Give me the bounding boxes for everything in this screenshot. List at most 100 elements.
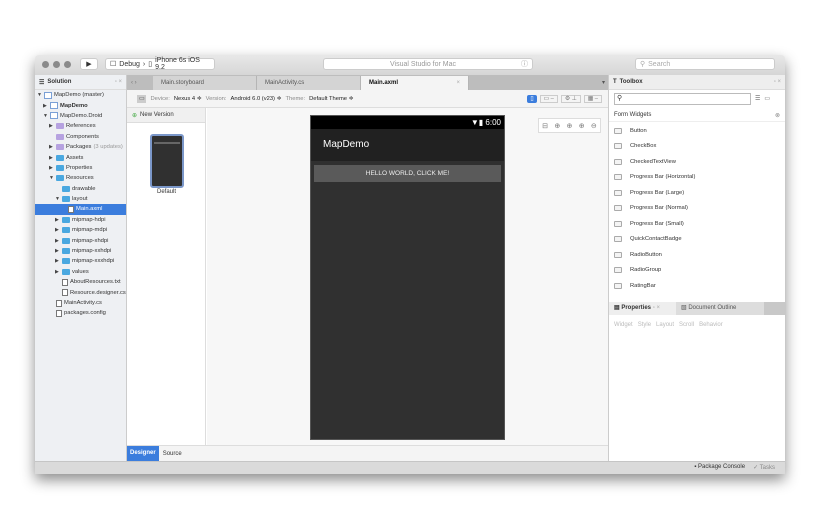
disclosure-icon[interactable]: ▼ <box>43 113 48 119</box>
tree-item[interactable]: Components <box>35 132 126 142</box>
tree-item[interactable]: Main.axml <box>35 204 126 215</box>
prop-tab-layout[interactable]: Layout <box>656 322 674 328</box>
disclosure-icon[interactable]: ▼ <box>37 92 42 98</box>
toolbox-item[interactable]: QuickContactBadge <box>609 232 785 248</box>
configuration-selector[interactable]: ☐ Debug › ▯ iPhone 6s iOS 9.2 <box>105 57 215 71</box>
disclosure-icon[interactable]: ▶ <box>55 217 60 223</box>
disclosure-icon[interactable]: ▶ <box>55 248 60 254</box>
tree-item[interactable]: packages.config <box>35 308 126 318</box>
tree-item[interactable]: ▶ mipmap-xxhdpi <box>35 246 126 256</box>
tree-item[interactable]: ▶ mipmap-xhdpi <box>35 235 126 245</box>
tree-item[interactable]: ▶ Packages (3 updates) <box>35 142 126 152</box>
tree-item[interactable]: ▶ MapDemo <box>35 100 126 110</box>
tab-nav-arrows[interactable]: ‹ › <box>127 80 153 86</box>
toolbox-item[interactable]: RatingBar <box>609 278 785 294</box>
hello-world-button[interactable]: HELLO WORLD, CLICK ME! <box>314 165 501 182</box>
disclosure-icon[interactable]: ▶ <box>55 258 60 264</box>
version-label: Version: <box>205 95 227 102</box>
toolbox-search-input[interactable]: ⚲ <box>614 92 751 105</box>
zoom-out-icon[interactable]: ⊖ <box>591 122 597 130</box>
tree-item[interactable]: ▼ Resources <box>35 173 126 183</box>
layout-button[interactable]: ▦ – <box>583 94 602 103</box>
search-input[interactable]: ⚲ Search <box>635 58 775 70</box>
tree-item[interactable]: ▼ MapDemo (master) <box>35 90 126 100</box>
tree-item[interactable]: ▶ Properties <box>35 163 126 173</box>
prop-tab-scroll[interactable]: Scroll <box>679 322 694 328</box>
tree-item[interactable]: ▼ layout <box>35 194 126 204</box>
tree-item[interactable]: Resource.designer.cs <box>35 287 126 297</box>
settings-button[interactable]: ⚙ ⊥ <box>560 94 581 103</box>
minimize-window-button[interactable] <box>53 61 60 68</box>
tree-item[interactable]: ▶ mipmap-xxxhdpi <box>35 256 126 266</box>
default-version-thumbnail[interactable] <box>150 134 184 188</box>
pad-close-icon[interactable]: ▫ × <box>774 79 781 85</box>
disclosure-icon[interactable]: ▶ <box>55 238 60 244</box>
grid-view-button[interactable]: ▭ <box>764 95 770 102</box>
tree-item[interactable]: MainActivity.cs <box>35 298 126 308</box>
zoom-in-icon[interactable]: ⊕ <box>579 122 585 130</box>
zoom-window-button[interactable] <box>64 61 71 68</box>
toolbox-item[interactable]: Progress Bar (Large) <box>609 185 785 201</box>
toolbox-item[interactable]: RadioGroup <box>609 263 785 279</box>
tab-list-dropdown[interactable]: ▾ <box>602 79 605 86</box>
tab-main-storyboard[interactable]: Main.storyboard <box>153 75 257 90</box>
close-tab-icon[interactable]: × <box>456 80 460 86</box>
disclosure-icon[interactable]: ▼ <box>55 196 60 202</box>
toolbox-item[interactable]: Progress Bar (Normal) <box>609 201 785 217</box>
folder-icon <box>62 196 70 203</box>
tree-item[interactable]: drawable <box>35 184 126 194</box>
toolbox-item[interactable]: Progress Bar (Horizontal) <box>609 170 785 186</box>
disclosure-icon[interactable]: ▶ <box>49 165 54 171</box>
tree-item[interactable]: ▶ values <box>35 267 126 277</box>
disclosure-icon[interactable]: ▶ <box>43 103 48 109</box>
zoom-fit-icon[interactable]: ⊕ <box>554 122 560 130</box>
disclosure-icon[interactable]: ▶ <box>55 269 60 275</box>
close-window-button[interactable] <box>42 61 49 68</box>
prop-tab-widget[interactable]: Widget <box>614 322 633 328</box>
disclosure-icon[interactable]: ▼ <box>49 175 54 181</box>
tree-item[interactable]: ▶ mipmap-mdpi <box>35 225 126 235</box>
prop-tab-style[interactable]: Style <box>638 322 651 328</box>
collapse-icon[interactable]: ⊗ <box>775 112 780 119</box>
toolbox-item[interactable]: CheckedTextView <box>609 154 785 170</box>
disclosure-icon[interactable]: ▶ <box>49 155 54 161</box>
toolbox-item[interactable]: Progress Bar (Small) <box>609 216 785 232</box>
zoom-actual-icon[interactable]: ⊕ <box>567 122 573 130</box>
toolbox-item[interactable]: Button <box>609 123 785 139</box>
disclosure-icon[interactable]: ▶ <box>55 227 60 233</box>
tree-item[interactable]: ▶ mipmap-hdpi <box>35 215 126 225</box>
fit-icon[interactable]: ⊟ <box>542 122 548 130</box>
tab-main-axml[interactable]: Main.axml × <box>361 75 469 90</box>
tree-item[interactable]: ▶ Assets <box>35 152 126 162</box>
toolbox-item[interactable]: CheckBox <box>609 139 785 155</box>
properties-tab[interactable]: ▤ Properties ▫ × <box>609 302 676 315</box>
device-frame-icon[interactable]: ▭ <box>137 94 147 103</box>
portrait-button[interactable]: ▯ <box>527 94 537 103</box>
landscape-button[interactable]: ▭ – <box>539 94 558 103</box>
prop-tab-behavior[interactable]: Behavior <box>699 322 723 328</box>
list-view-button[interactable]: ☰ <box>755 95 760 102</box>
tree-item[interactable]: AboutResources.txt <box>35 277 126 287</box>
package-console-button[interactable]: ▪ Package Console <box>694 464 745 471</box>
disclosure-icon[interactable]: ▶ <box>49 123 54 129</box>
document-outline-tab[interactable]: ▧ Document Outline <box>676 302 764 315</box>
folder-icon <box>62 227 70 234</box>
tab-mainactivity[interactable]: MainActivity.cs <box>257 75 361 90</box>
toolbox-item[interactable]: RadioButton <box>609 247 785 263</box>
tree-item[interactable]: ▶ References <box>35 121 126 131</box>
version-select[interactable]: Android 6.0 (v23) ≑ <box>231 96 282 102</box>
tasks-button[interactable]: ✓ Tasks <box>753 464 775 471</box>
designer-tab[interactable]: Designer <box>127 446 159 461</box>
theme-select[interactable]: Default Theme ≑ <box>309 96 353 102</box>
disclosure-icon[interactable]: ▶ <box>49 144 54 150</box>
tree-item[interactable]: ▼ MapDemo.Droid <box>35 111 126 121</box>
pad-close-icon[interactable]: ▫ × <box>115 79 122 85</box>
phone-preview[interactable]: ▼▮ 6:00 MapDemo HELLO WORLD, CLICK ME! <box>310 115 505 440</box>
source-tab[interactable]: Source <box>159 451 186 457</box>
info-icon[interactable]: ⓘ <box>521 59 528 69</box>
new-version-button[interactable]: ⊕ New Version <box>127 108 205 123</box>
section-form-widgets[interactable]: Form Widgets <box>614 112 651 118</box>
device-select[interactable]: Nexus 4 ≑ <box>174 96 202 102</box>
toolbox-icon: T <box>613 79 617 85</box>
run-button[interactable]: ▶ <box>80 58 98 70</box>
